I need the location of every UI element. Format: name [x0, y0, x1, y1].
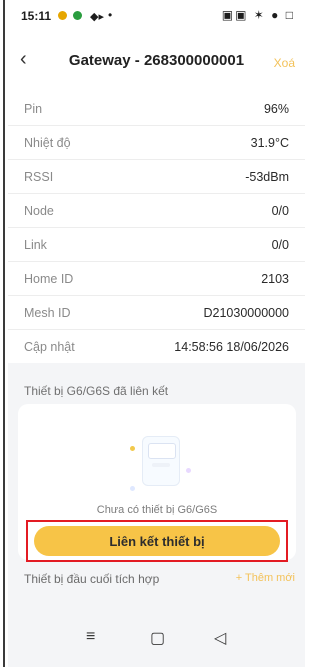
info-value: 31.9°C — [250, 136, 289, 150]
sparkle-icon — [186, 468, 191, 473]
info-row: Link 0/0 — [8, 228, 305, 262]
info-label: RSSI — [24, 170, 54, 184]
info-value: 14:58:56 18/06/2026 — [174, 340, 289, 354]
device-screen — [148, 443, 176, 459]
notification-icon — [58, 11, 67, 20]
app-frame: 15:11 ◆▸ • ▣▣ ✶ ● □ ‹ Gateway - 26830000… — [8, 0, 305, 667]
left-edge-line — [3, 0, 5, 667]
info-label: Home ID — [24, 272, 74, 286]
menu-icon[interactable]: ≡ — [86, 628, 95, 646]
status-extra: • — [108, 8, 113, 22]
info-row: Node 0/0 — [8, 194, 305, 228]
empty-state-text: Chưa có thiết bị G6/G6S — [96, 504, 218, 516]
page-title: Gateway - 268300000001 — [68, 52, 245, 69]
info-label: Mesh ID — [24, 306, 71, 320]
sparkle-icon — [130, 486, 135, 491]
device-base — [152, 463, 170, 467]
info-value: 96% — [263, 102, 289, 116]
shield-icon — [73, 11, 82, 20]
page-header: ‹ Gateway - 268300000001 Xoá — [8, 32, 305, 92]
info-label: Cập nhật — [24, 340, 75, 354]
add-new-button[interactable]: + Thêm mới — [236, 572, 295, 584]
info-row: Nhiệt độ 31.9°C — [8, 126, 305, 160]
info-row: Home ID 2103 — [8, 262, 305, 296]
integrated-devices-title: Thiết bị đầu cuối tích hợp — [24, 572, 160, 586]
left-edge — [0, 0, 8, 667]
back-icon[interactable]: ◁ — [214, 628, 226, 648]
media-icon: ◆▸ — [90, 11, 104, 23]
info-label: Nhiệt độ — [24, 136, 71, 150]
linked-devices-title: Thiết bị G6/G6S đã liên kết — [24, 384, 169, 398]
info-label: Link — [24, 238, 47, 252]
info-label: Pin — [24, 102, 43, 116]
info-row: Mesh ID D21030000000 — [8, 296, 305, 330]
gateway-info-list: Pin 96% Nhiệt độ 31.9°C RSSI -53dBm Node 0/0… — [8, 92, 305, 363]
info-row: RSSI -53dBm — [8, 160, 305, 194]
info-value: D21030000000 — [203, 306, 290, 320]
info-value: 2103 — [261, 272, 289, 286]
link-device-button[interactable]: Liên kết thiết bị — [34, 526, 280, 556]
gateway-device-icon — [142, 436, 180, 486]
status-time: 15:11 — [21, 9, 52, 23]
status-right-icons: ▣▣ ✶ ● □ — [221, 8, 295, 22]
delete-button[interactable]: Xoá — [274, 56, 295, 70]
info-row: Pin 96% — [8, 92, 305, 126]
info-label: Node — [24, 204, 54, 218]
info-value: 0/0 — [271, 238, 289, 252]
home-icon[interactable]: ▢ — [150, 628, 165, 648]
info-value: -53dBm — [245, 170, 289, 184]
sparkle-icon — [130, 446, 135, 451]
info-row: Cập nhật 14:58:56 18/06/2026 — [8, 330, 305, 363]
link-button-highlight: Liên kết thiết bị — [26, 520, 288, 562]
system-navbar: ≡ ▢ ◁ — [8, 610, 305, 667]
info-value: 0/0 — [271, 204, 289, 218]
linked-devices-card: Chưa có thiết bị G6/G6S Liên kết thiết b… — [18, 404, 296, 562]
status-bar: 15:11 ◆▸ • ▣▣ ✶ ● □ — [8, 0, 305, 32]
